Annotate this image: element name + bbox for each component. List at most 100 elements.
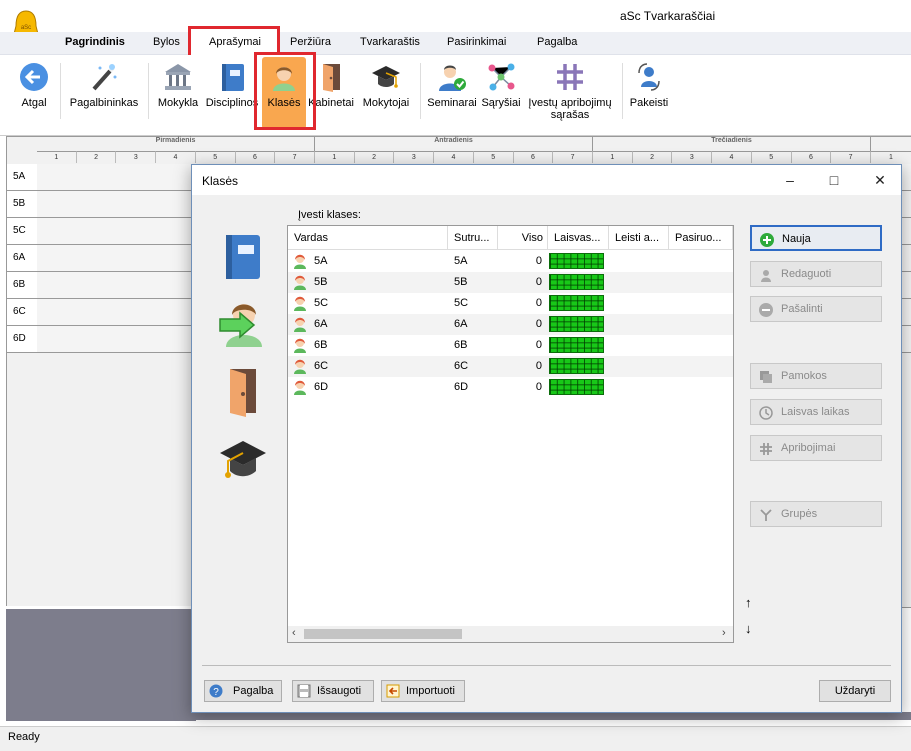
app-title: aSc Tvarkaraščiai xyxy=(620,9,716,23)
tab-tvarkarastis[interactable]: Tvarkaraštis xyxy=(360,36,420,48)
table-row[interactable]: 5B 5B 0 xyxy=(288,272,733,293)
lessons-button[interactable]: Pamokos xyxy=(750,363,882,389)
back-arrow-icon xyxy=(18,61,50,93)
move-down-icon[interactable]: ↓ xyxy=(745,621,752,636)
close-icon[interactable]: ✕ xyxy=(869,169,891,191)
svg-text:?: ? xyxy=(213,687,219,698)
help-button[interactable]: ? Pagalba xyxy=(204,680,282,702)
ribbon-button-pakeisti[interactable]: Pakeisti xyxy=(626,55,672,109)
move-up-icon[interactable]: ↑ xyxy=(745,595,752,610)
ribbon-separator xyxy=(148,63,149,119)
ribbon-highlight-frame xyxy=(254,52,316,130)
table-row[interactable]: 5C 5C 0 xyxy=(288,293,733,314)
table-row[interactable]: 6A 6A 0 xyxy=(288,314,733,335)
scroll-right-icon[interactable]: › xyxy=(722,627,726,639)
tab-pagrindinis[interactable]: Pagrindinis xyxy=(65,36,125,48)
tab-bylos[interactable]: Bylos xyxy=(153,36,180,48)
class-row-icon xyxy=(292,295,308,311)
new-button[interactable]: Nauja xyxy=(750,225,882,251)
period-header: 6 xyxy=(513,151,554,163)
network-icon xyxy=(485,61,517,93)
classes-student-icon[interactable] xyxy=(216,295,266,347)
cell-total: 0 xyxy=(535,297,542,309)
constraints-button[interactable]: Apribojimai xyxy=(750,435,882,461)
cell-short: 6B xyxy=(454,339,468,351)
horizontal-scrollbar[interactable]: ‹ › xyxy=(288,626,733,642)
save-button[interactable]: Išsaugoti xyxy=(292,680,374,702)
magic-wand-icon xyxy=(88,61,120,93)
cell-total: 0 xyxy=(535,360,542,372)
edit-button-label: Redaguoti xyxy=(781,268,832,280)
fork-icon xyxy=(759,507,773,521)
edit-button[interactable]: Redaguoti xyxy=(750,261,882,287)
tab-perziura[interactable]: Peržiūra xyxy=(290,36,331,48)
minimize-icon[interactable]: – xyxy=(779,169,801,191)
column-header-pasiruosta[interactable]: Pasiruo... xyxy=(669,226,733,250)
book-icon xyxy=(216,61,248,93)
tab-pagalba[interactable]: Pagalba xyxy=(537,36,577,48)
import-button[interactable]: Importuoti xyxy=(381,680,465,702)
free-time-button[interactable]: Laisvas laikas xyxy=(750,399,882,425)
plus-icon xyxy=(760,232,774,247)
dialog-footer-divider xyxy=(202,665,891,666)
title-bar: aSc aSc Tvarkaraščiai xyxy=(0,0,911,42)
column-header-viso[interactable]: Viso xyxy=(498,226,548,250)
ribbon-button-seminarai[interactable]: Seminarai xyxy=(424,55,480,109)
cell-name: 5B xyxy=(314,276,328,288)
ribbon-button-mokytojai[interactable]: Mokytojai xyxy=(358,55,414,109)
ribbon-label: Mokykla xyxy=(157,97,199,109)
ribbon-label: Disciplinos xyxy=(205,97,259,109)
cell-short: 5B xyxy=(454,276,468,288)
lessons-icon xyxy=(759,369,773,383)
table-row[interactable]: 6B 6B 0 xyxy=(288,335,733,356)
table-row[interactable]: 6D 6D 0 xyxy=(288,377,733,398)
subjects-book-icon[interactable] xyxy=(218,231,268,281)
close-button[interactable]: Uždaryti xyxy=(819,680,891,702)
teachers-cap-icon[interactable] xyxy=(218,435,268,485)
class-row-icon xyxy=(292,337,308,353)
day-header: Pirmadienis xyxy=(37,137,315,151)
table-row[interactable]: 5A 5A 0 xyxy=(288,251,733,272)
dialog-title: Klasės xyxy=(202,174,239,188)
period-header: 5 xyxy=(751,151,792,163)
period-header: 7 xyxy=(831,151,871,163)
delete-button[interactable]: Pašalinti xyxy=(750,296,882,322)
ribbon-button-atgal[interactable]: Atgal xyxy=(14,55,54,109)
svg-text:aSc: aSc xyxy=(21,25,31,31)
help-icon: ? xyxy=(209,684,223,698)
tab-pasirinkimai[interactable]: Pasirinkimai xyxy=(447,36,506,48)
availability-grid xyxy=(549,379,604,395)
availability-grid xyxy=(549,295,604,311)
period-header: 3 xyxy=(116,151,157,163)
availability-grid xyxy=(549,358,604,374)
column-header-laisvas[interactable]: Laisvas... xyxy=(548,226,609,250)
class-row-icon xyxy=(292,253,308,269)
clock-icon xyxy=(759,405,773,420)
ribbon-button-pagalbininkas[interactable]: Pagalbininkas xyxy=(66,55,142,109)
ribbon-button-sarysiai[interactable]: Sąryšiai xyxy=(480,55,522,109)
period-header: 1 xyxy=(37,151,77,163)
scroll-thumb[interactable] xyxy=(304,629,462,639)
period-header: 5 xyxy=(195,151,236,163)
cell-total: 0 xyxy=(535,255,542,267)
ribbon-button-disciplinos[interactable]: Disciplinos xyxy=(204,55,260,109)
cell-total: 0 xyxy=(535,276,542,288)
teacher-check-icon xyxy=(436,61,468,93)
period-header: 2 xyxy=(76,151,117,163)
scroll-left-icon[interactable]: ‹ xyxy=(292,627,296,639)
column-header-sutrumpinimas[interactable]: Sutru... xyxy=(448,226,498,250)
column-header-vardas[interactable]: Vardas xyxy=(288,226,448,250)
rooms-door-icon[interactable] xyxy=(218,367,268,417)
ribbon-button-mokykla[interactable]: Mokykla xyxy=(154,55,202,109)
groups-button[interactable]: Grupės xyxy=(750,501,882,527)
ribbon-label: Pagalbininkas xyxy=(69,97,139,109)
classes-table: Vardas Sutru... Viso Laisvas... Leisti a… xyxy=(287,225,734,643)
ribbon-button-apribojimu-sarasas[interactable]: Įvestų apribojimų sąrašas xyxy=(522,55,618,121)
bottom-panel xyxy=(6,606,196,721)
cell-name: 6C xyxy=(314,360,329,372)
ribbon-separator xyxy=(60,63,61,119)
column-header-leisti[interactable]: Leisti a... xyxy=(609,226,669,250)
maximize-icon[interactable]: □ xyxy=(823,169,845,191)
table-row[interactable]: 6C 6C 0 xyxy=(288,356,733,377)
edit-person-icon xyxy=(759,267,773,282)
